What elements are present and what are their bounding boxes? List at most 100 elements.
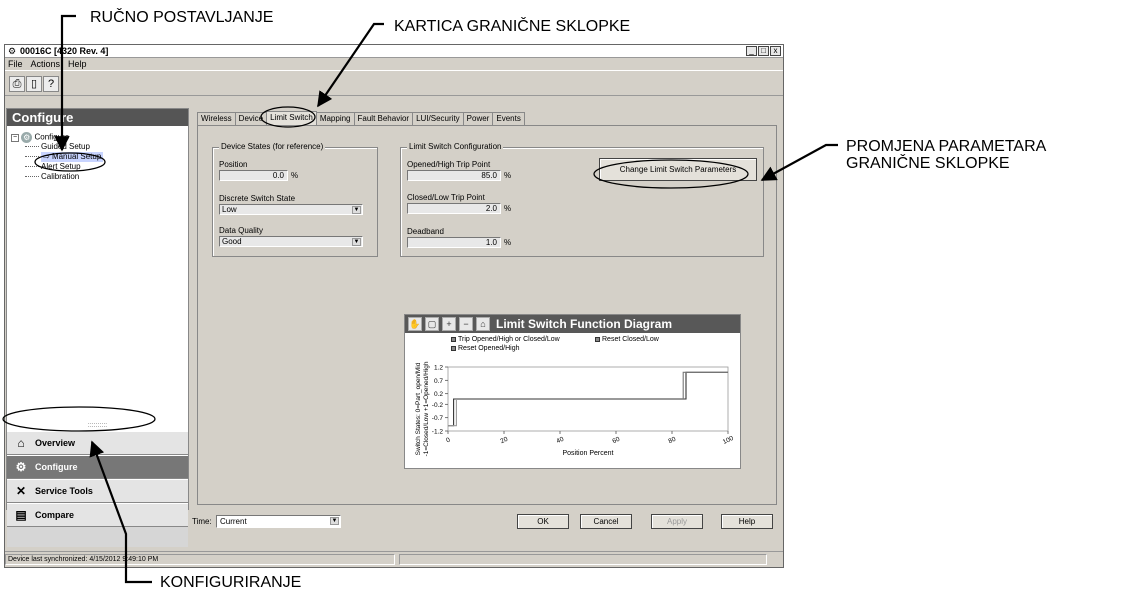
home-icon[interactable]: ⌂	[476, 317, 490, 331]
status-bar: Device last synchronized: 4/15/2012 9:49…	[5, 551, 783, 567]
tab-lui-security[interactable]: LUI/Security	[412, 112, 464, 125]
time-select[interactable]: Current ▼	[216, 515, 341, 528]
nav-configure[interactable]: ⚙ Configure	[7, 455, 188, 479]
limit-switch-config-title: Limit Switch Configuration	[407, 142, 504, 151]
y-axis-label-1: Switch States: 0=Part_open/Mid	[415, 362, 422, 455]
home-icon: ⌂	[17, 436, 25, 450]
bottom-bar: Time: Current ▼ OK Cancel Apply Help	[5, 511, 783, 535]
chevron-down-icon[interactable]: ▼	[330, 517, 339, 525]
x-tick-label: 100	[722, 435, 735, 446]
diagram-title: Limit Switch Function Diagram	[496, 317, 673, 331]
tab-limit-switch[interactable]: Limit Switch	[266, 111, 317, 125]
nav-overview[interactable]: ⌂ Overview	[7, 431, 188, 455]
tree-item-calibration[interactable]: Calibration	[11, 172, 188, 182]
zoom-box-icon[interactable]: ▢	[425, 317, 439, 331]
callout-manual-setup: RUČNO POSTAVLJANJE	[90, 9, 274, 26]
title-bar[interactable]: ⚙ 00016C [4320 Rev. 4] _ □ x	[5, 45, 783, 58]
nav-service-tools[interactable]: ✕ Service Tools	[7, 479, 188, 503]
config-tree: − ⚙ Configure Guided Setup ⇨ Manual Setu…	[7, 126, 188, 182]
y-tick-label: -0.2	[432, 402, 444, 409]
device-states-group: Device States (for reference) Position 0…	[212, 142, 378, 257]
app-window: ⚙ 00016C [4320 Rev. 4] _ □ x File Action…	[4, 44, 784, 568]
y-tick-label: 0.2	[434, 391, 443, 398]
closed-trip-label: Closed/Low Trip Point	[407, 193, 485, 202]
tree-item-manual-setup[interactable]: ⇨ Manual Setup	[11, 152, 188, 162]
opened-trip-label: Opened/High Trip Point	[407, 160, 491, 169]
callout-configure: KONFIGURIRANJE	[160, 574, 302, 591]
print-preview-icon[interactable]: ▯	[26, 76, 42, 92]
limit-switch-panel: Device States (for reference) Position 0…	[197, 125, 777, 505]
legend-trip: Trip Opened/High or Closed/Low	[451, 336, 560, 343]
tab-mapping[interactable]: Mapping	[315, 112, 355, 125]
zoom-out-icon[interactable]: −	[459, 317, 473, 331]
position-unit: %	[291, 171, 299, 180]
apply-button[interactable]: Apply	[651, 514, 703, 529]
toolbar: ⎙ ▯ ?	[5, 70, 783, 96]
limit-switch-config-group: Limit Switch Configuration Opened/High T…	[400, 142, 764, 257]
close-button[interactable]: x	[770, 46, 781, 56]
tree-item-guided-setup[interactable]: Guided Setup	[11, 142, 188, 152]
tab-events[interactable]: Events	[492, 112, 525, 125]
chevron-down-icon[interactable]: ▼	[352, 206, 361, 214]
pane-splitter[interactable]: ::::::::::	[7, 422, 188, 431]
gear-icon: ⚙	[15, 460, 27, 474]
tree-item-label: Alert Setup	[41, 162, 81, 171]
legend-reset-closed: Reset Closed/Low	[595, 336, 659, 343]
help-button[interactable]: Help	[721, 514, 773, 529]
y-axis-label-2: -1=Closed/Low +1=Opened/High	[423, 361, 430, 456]
discrete-switch-value: Low	[222, 205, 237, 214]
tab-power[interactable]: Power	[462, 112, 494, 125]
arrow-icon: ⇨ Manual Setup	[41, 152, 104, 162]
y-tick-label: -0.7	[432, 415, 444, 422]
x-tick-label: 40	[555, 436, 565, 446]
y-tick-label: 0.7	[434, 378, 443, 385]
tree-item-label: Manual Setup	[51, 152, 102, 161]
y-tick-label: 1.2	[434, 365, 443, 372]
app-icon: ⚙	[8, 46, 17, 56]
callout-change-params-2: GRANIČNE SKLOPKE	[846, 155, 1010, 172]
time-value: Current	[220, 517, 247, 526]
tree-root-label: Configure	[34, 132, 70, 142]
callout-change-params-1: PROMJENA PARAMETARA	[846, 138, 1047, 155]
menu-actions[interactable]: Actions	[31, 59, 61, 69]
tab-fault-behavior[interactable]: Fault Behavior	[353, 112, 414, 125]
left-pane: Configure − ⚙ Configure Guided Setup ⇨ M…	[6, 108, 189, 547]
callout-limit-switch-tab: KARTICA GRANIČNE SKLOPKE	[394, 18, 631, 35]
data-quality-select[interactable]: Good ▼	[219, 236, 363, 247]
sync-status: Device last synchronized: 4/15/2012 9:49…	[5, 554, 395, 565]
left-pane-header: Configure	[7, 109, 188, 126]
x-tick-label: 0	[445, 436, 452, 444]
x-tick-label: 20	[499, 436, 509, 446]
menu-file[interactable]: File	[8, 59, 23, 69]
context-help-icon[interactable]: ?	[43, 76, 59, 92]
collapse-icon[interactable]: −	[11, 133, 19, 142]
nav-label: Service Tools	[35, 486, 93, 496]
discrete-switch-select[interactable]: Low ▼	[219, 204, 363, 215]
closed-trip-unit: %	[504, 204, 512, 213]
change-limit-switch-button[interactable]: Change Limit Switch Parameters	[599, 158, 757, 181]
hand-icon[interactable]: ✋	[408, 317, 422, 331]
tab-device[interactable]: Device	[234, 112, 268, 125]
maximize-button[interactable]: □	[758, 46, 769, 56]
window-title: 00016C [4320 Rev. 4]	[20, 46, 109, 56]
minimize-button[interactable]: _	[746, 46, 757, 56]
cancel-button[interactable]: Cancel	[580, 514, 632, 529]
tree-root[interactable]: − ⚙ Configure	[11, 132, 188, 143]
deadband-unit: %	[504, 238, 512, 247]
tools-icon: ✕	[15, 484, 27, 498]
tree-item-alert-setup[interactable]: Alert Setup	[11, 162, 188, 172]
x-tick-label: 80	[667, 436, 677, 446]
tab-strip: Wireless Device Limit Switch Mapping Fau…	[197, 111, 525, 125]
chevron-down-icon[interactable]: ▼	[352, 238, 361, 246]
data-quality-label: Data Quality	[219, 226, 264, 235]
ok-button[interactable]: OK	[517, 514, 569, 529]
menu-help[interactable]: Help	[68, 59, 87, 69]
tab-wireless[interactable]: Wireless	[197, 112, 236, 125]
print-icon[interactable]: ⎙	[9, 76, 25, 92]
nav-label: Overview	[35, 438, 76, 448]
discrete-switch-label: Discrete Switch State	[219, 194, 296, 203]
legend-reset-opened: Reset Opened/High	[451, 345, 519, 352]
time-label: Time:	[192, 517, 212, 526]
zoom-in-icon[interactable]: +	[442, 317, 456, 331]
x-tick-label: 60	[611, 436, 621, 446]
